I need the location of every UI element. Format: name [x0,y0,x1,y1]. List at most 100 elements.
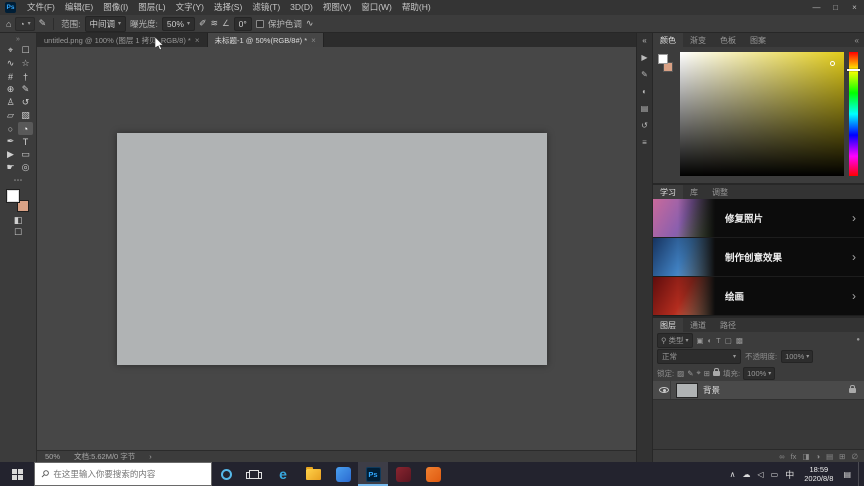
ime-indicator[interactable]: 中 [785,468,794,481]
type-tool[interactable]: T [18,135,33,148]
eraser-tool[interactable]: ▱ [3,109,18,122]
path-selection-tool[interactable]: ▶ [3,148,18,161]
home-icon[interactable]: ⌂ [6,19,11,29]
hue-slider[interactable] [847,52,860,176]
adjustment-layer-icon[interactable]: ◑ [816,452,821,461]
marquee-tool[interactable]: ☐ [18,44,33,57]
filter-toggle-icon[interactable]: ● [856,337,860,343]
show-desktop-button[interactable] [858,462,862,486]
saturation-brightness-field[interactable] [680,52,844,176]
brush-settings-icon[interactable]: ✎ [39,18,47,29]
tab-gradients[interactable]: 渐变 [683,33,713,47]
tab-layers[interactable]: 图层 [653,318,683,332]
search-input[interactable] [53,469,205,479]
filter-type-layers-icon[interactable]: T [716,336,721,345]
tab-patterns[interactable]: 图案 [743,33,773,47]
volume-icon[interactable]: ◁ [758,470,764,479]
shape-tool[interactable]: ▭ [18,148,33,161]
opacity-input[interactable]: 100% ▾ [781,350,814,363]
layer-mask-icon[interactable]: ◨ [802,452,809,461]
hand-tool[interactable]: ☛ [3,161,18,174]
document-tab-untitled-png[interactable]: untitled.png @ 100% (图层 1 拷贝, RGB/8) * × [37,33,208,47]
history-panel-icon[interactable]: ↺ [641,121,648,130]
brush-angle-input[interactable]: 0° [233,16,252,31]
new-layer-icon[interactable]: ⊞ [839,452,845,461]
menu-help[interactable]: 帮助(H) [397,0,436,15]
task-view-button[interactable] [240,462,268,486]
action-center-icon[interactable]: ▤ [843,470,851,479]
airbrush-icon[interactable]: ≋ [211,18,219,29]
menu-window[interactable]: 窗口(W) [356,0,397,15]
range-select[interactable]: 中间调 ▾ [84,15,127,32]
taskbar-app-orange[interactable] [418,462,448,486]
tab-learn[interactable]: 学习 [653,185,683,199]
taskbar-app-explorer[interactable] [298,462,328,486]
taskbar-app-photoshop[interactable]: Ps [358,462,388,486]
foreground-color-swatch[interactable] [7,190,19,202]
status-expand-icon[interactable]: › [149,452,152,461]
screen-mode-icon[interactable]: ☐ [14,226,22,238]
zoom-level[interactable]: 50% [45,452,60,461]
tab-color[interactable]: 颜色 [653,33,683,47]
smoothing-icon[interactable]: ∿ [306,18,314,29]
filter-smart-objects-icon[interactable]: ▩ [736,336,743,345]
magic-wand-tool[interactable]: ☆ [18,57,33,70]
tab-adjustments[interactable]: 调整 [705,185,735,199]
close-button[interactable]: × [845,0,864,15]
menu-layer[interactable]: 图层(L) [133,0,170,15]
eyedropper-tool[interactable]: † [18,70,33,83]
taskbar-search[interactable]: ⚲ [34,462,212,486]
hue-slider-marker[interactable] [847,69,860,71]
menu-file[interactable]: 文件(F) [22,0,60,15]
filter-shape-layers-icon[interactable]: ▢ [725,336,732,345]
collapse-panel-icon[interactable]: « [850,33,864,47]
adjustments-panel-icon[interactable]: ◐ [642,87,647,96]
layer-row-background[interactable]: 背景 [653,381,864,400]
filter-adjustment-layers-icon[interactable]: ◐ [708,336,713,345]
brush-tool[interactable]: ✎ [18,83,33,96]
cortana-button[interactable] [212,462,240,486]
foreground-color-swatch[interactable] [658,54,668,64]
tutorial-creative-effects[interactable]: 制作创意效果 › [653,238,864,277]
tab-libraries[interactable]: 库 [683,185,705,199]
exposure-select[interactable]: 50% ▾ [161,16,195,31]
move-tool[interactable]: ⌖ [3,44,18,57]
layer-visibility-toggle[interactable] [658,381,671,399]
tab-paths[interactable]: 路径 [713,318,743,332]
link-layers-icon[interactable]: ∞ [779,452,784,461]
layer-effects-icon[interactable]: fx [791,452,797,461]
tab-swatches[interactable]: 色板 [713,33,743,47]
layer-name[interactable]: 背景 [703,384,720,396]
lock-position-icon[interactable]: ⌖ [696,368,700,378]
cloud-icon[interactable]: ☁ [743,470,751,479]
menu-select[interactable]: 选择(S) [209,0,247,15]
collapse-panels-icon[interactable]: « [642,36,646,45]
pen-pressure-icon[interactable]: ✐ [199,18,207,29]
lock-artboard-icon[interactable]: ⊞ [704,369,710,378]
properties-panel-icon[interactable]: ≡ [642,138,647,147]
tab-channels[interactable]: 通道 [683,318,713,332]
menu-filter[interactable]: 滤镜(T) [247,0,285,15]
blend-mode-select[interactable]: 正常 ▾ [657,349,741,364]
taskbar-app-red[interactable] [388,462,418,486]
gradient-tool[interactable]: ▧ [18,109,33,122]
document-tab-untitled-1[interactable]: 未标题-1 @ 50%(RGB/8#) * × [207,33,324,47]
libraries-panel-icon[interactable]: ▤ [641,104,649,113]
delete-layer-icon[interactable]: ∅ [851,452,858,461]
close-icon[interactable]: × [195,36,200,45]
taskbar-app-edge[interactable]: e [268,462,298,486]
actions-panel-icon[interactable]: ▶ [641,53,647,62]
pen-tool[interactable]: ✒ [3,135,18,148]
tool-preset-picker[interactable]: ◔ ▾ [15,16,35,31]
toolbar-collapse-icon[interactable]: » [16,35,20,44]
color-picker-marker[interactable] [830,61,835,66]
taskbar-clock[interactable]: 18:59 2020/8/8 [801,465,836,483]
healing-brush-tool[interactable]: ⊕ [3,83,18,96]
edit-toolbar-icon[interactable]: ⋯ [14,174,23,186]
battery-icon[interactable]: ▭ [771,470,779,479]
canvas[interactable] [117,133,547,365]
fill-input[interactable]: 100% ▾ [743,366,776,380]
protect-tones-checkbox[interactable] [255,19,264,28]
menu-edit[interactable]: 编辑(E) [60,0,98,15]
lock-all-icon[interactable] [713,367,721,376]
